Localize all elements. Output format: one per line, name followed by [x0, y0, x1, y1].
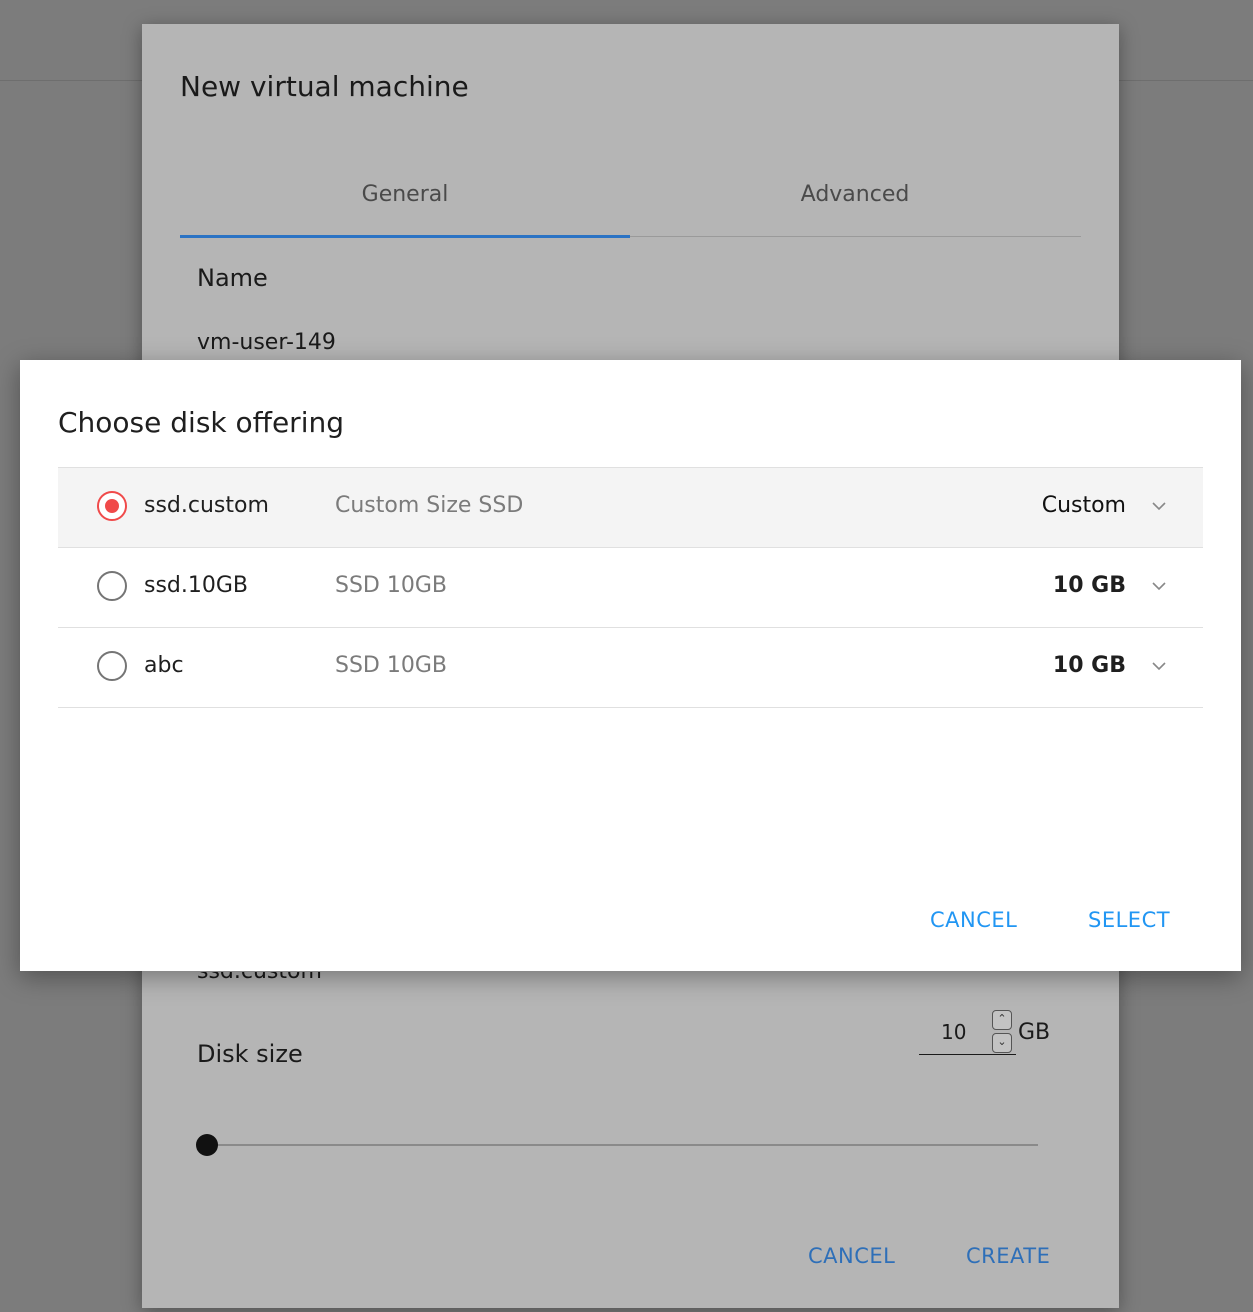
radio-button[interactable] — [97, 571, 127, 601]
chevron-down-icon[interactable] — [1149, 576, 1169, 596]
disk-size-stepper[interactable]: ⌃ ⌄ — [992, 1010, 1012, 1054]
disk-size-unit: GB — [1018, 1020, 1051, 1045]
offering-size: Custom — [1041, 493, 1126, 518]
choose-disk-offering-dialog: Choose disk offering ssd.custom Custom S… — [20, 360, 1241, 971]
select-button[interactable]: SELECT — [1088, 908, 1170, 932]
disk-size-slider[interactable] — [208, 1144, 1038, 1146]
offering-description: Custom Size SSD — [335, 493, 524, 518]
dialog-title: Choose disk offering — [58, 406, 344, 439]
disk-offering-list: ssd.custom Custom Size SSD Custom ssd.10… — [58, 467, 1203, 708]
offering-description: SSD 10GB — [335, 573, 447, 598]
disk-size-value: 10 — [941, 1020, 967, 1044]
offering-size: 10 GB — [1052, 653, 1126, 678]
tab-general[interactable]: General — [180, 174, 630, 234]
radio-button[interactable] — [97, 651, 127, 681]
active-tab-indicator — [180, 235, 630, 238]
chevron-down-icon[interactable] — [1149, 656, 1169, 676]
create-button[interactable]: CREATE — [966, 1244, 1050, 1268]
arrow-up-icon[interactable]: ⌃ — [992, 1010, 1012, 1030]
offering-name: ssd.10GB — [144, 573, 249, 598]
arrow-down-icon[interactable]: ⌄ — [992, 1033, 1012, 1053]
chevron-down-icon[interactable] — [1149, 496, 1169, 516]
offering-name: ssd.custom — [144, 493, 269, 518]
offering-name: abc — [144, 653, 184, 678]
tab-advanced[interactable]: Advanced — [630, 174, 1080, 234]
offering-size: 10 GB — [1052, 573, 1126, 598]
disk-size-slider-thumb[interactable] — [196, 1134, 218, 1156]
disk-size-label: Disk size — [197, 1040, 303, 1068]
disk-size-input[interactable]: 10 ⌃ ⌄ — [919, 1010, 1016, 1055]
new-vm-dialog-title: New virtual machine — [180, 70, 469, 103]
offering-description: SSD 10GB — [335, 653, 447, 678]
disk-offering-row[interactable]: ssd.custom Custom Size SSD Custom — [58, 468, 1203, 548]
name-label: Name — [197, 264, 268, 292]
disk-offering-row[interactable]: abc SSD 10GB 10 GB — [58, 628, 1203, 708]
vm-dialog-tabs: General Advanced — [180, 174, 1081, 238]
cancel-button[interactable]: CANCEL — [930, 908, 1017, 932]
name-field[interactable]: vm-user-149 — [197, 330, 336, 355]
disk-offering-row[interactable]: ssd.10GB SSD 10GB 10 GB — [58, 548, 1203, 628]
disk-offering-value[interactable]: ssd.custom — [197, 972, 322, 982]
vm-cancel-button[interactable]: CANCEL — [808, 1244, 895, 1268]
radio-button-selected[interactable] — [97, 491, 127, 521]
